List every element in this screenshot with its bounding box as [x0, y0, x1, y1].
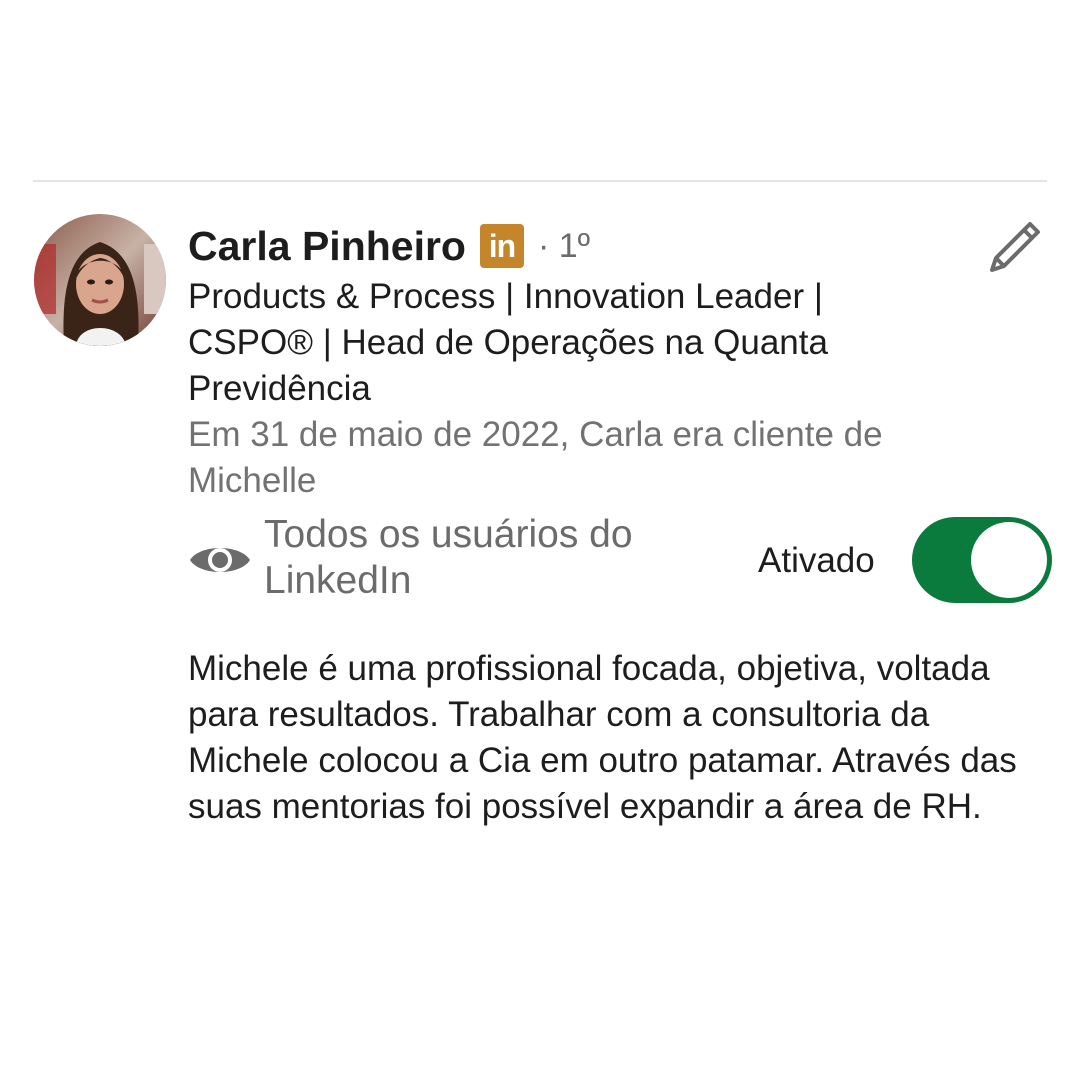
recommendation-text: Michele é uma profissional focada, objet… [188, 649, 1017, 826]
avatar[interactable] [34, 214, 166, 346]
top-divider [33, 180, 1047, 182]
relationship-text: Em 31 de maio de 2022, Carla era cliente… [188, 415, 883, 500]
author-name[interactable]: Carla Pinheiro [188, 223, 466, 270]
visibility-label: Todos os usuários do LinkedIn [264, 513, 633, 602]
pencil-icon[interactable] [984, 218, 1044, 278]
author-headline: Products & Process | Innovation Leader |… [188, 277, 828, 408]
visibility-toggle[interactable] [912, 517, 1052, 603]
eye-icon [188, 536, 252, 584]
toggle-knob [971, 522, 1047, 598]
connection-degree: · 1º [537, 226, 591, 265]
linkedin-icon: in [479, 224, 524, 268]
author-row: Carla Pinheiro in · 1º [188, 218, 590, 274]
toggle-status-label: Ativado [758, 541, 875, 580]
